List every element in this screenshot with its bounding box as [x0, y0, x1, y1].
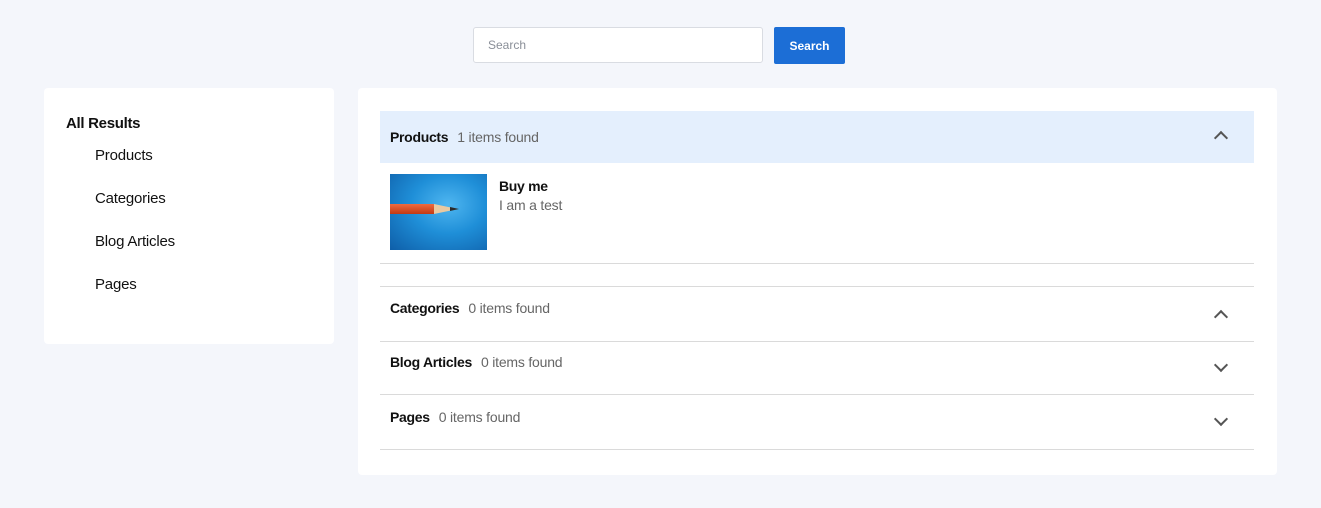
pages-section-header[interactable]: Pages 0 items found: [380, 395, 1254, 449]
blog-articles-section: Blog Articles 0 items found: [380, 341, 1254, 395]
product-name[interactable]: Buy me: [499, 178, 562, 194]
product-text: Buy me I am a test: [499, 174, 562, 250]
pencil-lead-shape: [450, 207, 459, 211]
sidebar-title-all-results[interactable]: All Results: [66, 114, 334, 134]
sidebar-item-pages[interactable]: Pages: [95, 275, 334, 295]
chevron-up-icon[interactable]: [1213, 130, 1229, 146]
sidebar-item-blog-articles[interactable]: Blog Articles: [95, 232, 334, 252]
product-image[interactable]: [390, 174, 487, 250]
sidebar-item-categories[interactable]: Categories: [95, 189, 334, 209]
sidebar-list: Products Categories Blog Articles Pages: [44, 146, 334, 295]
results-panel: Products 1 items found Buy me I am a tes…: [358, 88, 1277, 475]
section-title: Pages: [390, 409, 430, 425]
product-result-item[interactable]: Buy me I am a test: [390, 174, 562, 250]
section-count: 0 items found: [438, 409, 521, 425]
categories-section: Categories 0 items found: [380, 286, 1254, 342]
pages-section: Pages 0 items found: [380, 395, 1254, 450]
product-description: I am a test: [499, 197, 563, 213]
section-title: Blog Articles: [390, 353, 472, 370]
search-input[interactable]: [473, 27, 763, 63]
section-count: 0 items found: [480, 353, 563, 370]
sidebar-item-products[interactable]: Products: [95, 146, 334, 166]
section-count: 1 items found: [457, 129, 539, 145]
section-title: Products: [390, 129, 449, 145]
products-section: Products 1 items found Buy me I am a tes…: [380, 111, 1254, 264]
chevron-up-icon[interactable]: [1213, 309, 1229, 325]
categories-section-header[interactable]: Categories 0 items found: [380, 287, 1254, 341]
products-section-header[interactable]: Products 1 items found: [380, 111, 1254, 163]
results-sidebar: All Results Products Categories Blog Art…: [44, 88, 334, 344]
pencil-body-shape: [390, 204, 434, 214]
blog-articles-section-header[interactable]: Blog Articles 0 items found: [380, 341, 1254, 394]
search-button[interactable]: Search: [774, 27, 845, 64]
section-count: 0 items found: [468, 300, 550, 316]
section-title: Categories: [390, 300, 460, 316]
search-bar: Search: [473, 27, 845, 64]
products-section-body: Buy me I am a test: [380, 163, 1254, 264]
chevron-down-icon[interactable]: [1213, 411, 1229, 427]
chevron-down-icon[interactable]: [1213, 357, 1229, 373]
